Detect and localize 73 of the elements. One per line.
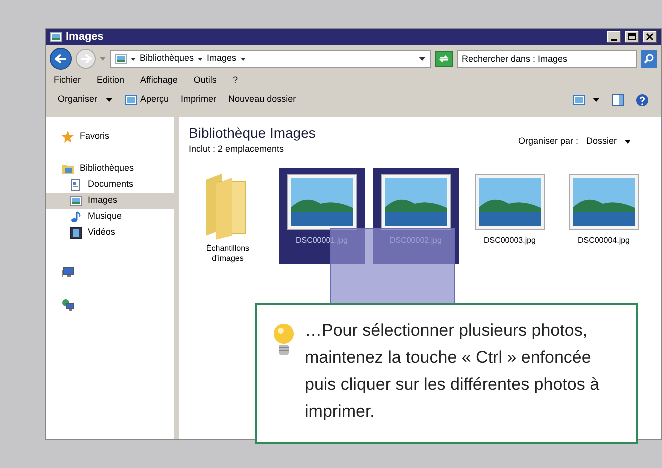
picture-icon — [115, 54, 127, 64]
nav-item[interactable]: Bibliothèques — [46, 161, 174, 177]
search-field[interactable]: Rechercher dans : Images — [457, 50, 637, 68]
preview-icon — [124, 95, 137, 105]
nav-item[interactable]: Vidéos — [46, 225, 174, 241]
library-subtitle: Inclut : 2 emplacements — [189, 142, 286, 156]
file-name: Échantillons d'images — [205, 244, 251, 264]
pane-icon — [612, 94, 624, 106]
search-button[interactable] — [641, 50, 657, 68]
picture-icon — [70, 195, 82, 207]
nav-item[interactable]: Images — [46, 193, 174, 209]
arrange-dropdown[interactable]: Dossier — [586, 135, 631, 148]
breadcrumb[interactable]: Bibliothèques — [140, 52, 194, 66]
menu-item[interactable]: Fichier — [54, 74, 82, 88]
menu-item[interactable]: ? — [232, 74, 238, 88]
preview-pane-button[interactable] — [612, 94, 624, 106]
file-item[interactable]: Échantillons d'images — [185, 168, 271, 264]
tip-text: …Pour sélectionner plusieurs photos, maintenez la touche « Ctrl » enfoncée puis cliquer sur les différentes photos à imprimer. — [305, 320, 601, 423]
refresh-button[interactable] — [435, 51, 453, 67]
photo-thumbnail — [381, 174, 451, 230]
breadcrumb[interactable]: Images — [207, 52, 237, 66]
caret-icon — [106, 98, 113, 102]
file-name: DSC00001.jpg — [296, 236, 348, 246]
help-button[interactable] — [636, 94, 649, 106]
search-icon — [644, 54, 654, 64]
photo-thumbnail — [287, 174, 357, 230]
file-item[interactable]: DSC00003.jpg — [467, 168, 553, 264]
right-arrow-icon — [80, 54, 92, 64]
star-icon — [62, 131, 74, 143]
nav-item[interactable]: Musique — [46, 209, 174, 225]
photo-thumbnail — [569, 174, 639, 230]
music-note-icon — [70, 211, 82, 223]
views-button[interactable] — [573, 95, 600, 105]
toolbar-button[interactable]: Aperçu — [124, 93, 170, 107]
toolbar-button[interactable]: Imprimer — [181, 93, 217, 107]
maximize-icon — [628, 33, 636, 41]
caret-icon — [131, 58, 136, 60]
photo-thumbnail — [475, 174, 545, 230]
nav-item[interactable]: Documents — [46, 177, 174, 193]
library-folder-icon — [62, 163, 74, 175]
document-icon — [70, 179, 82, 191]
caret-icon — [240, 58, 246, 60]
menu-item[interactable]: Outils — [194, 74, 217, 88]
picture-icon — [50, 32, 62, 42]
close-icon — [646, 33, 654, 41]
file-name: DSC00004.jpg — [578, 236, 630, 246]
caret-icon — [198, 58, 204, 60]
library-title: Bibliothèque Images — [189, 125, 317, 142]
menu-item[interactable]: Affichage — [140, 74, 178, 88]
nav-item[interactable]: Favoris — [46, 129, 174, 145]
arrange-label: Organiser par : — [518, 135, 578, 148]
caret-icon — [100, 57, 106, 61]
back-button[interactable] — [50, 48, 72, 70]
left-arrow-icon — [55, 54, 67, 64]
caret-icon — [625, 140, 631, 144]
computer-icon — [62, 267, 74, 279]
toolbar-button[interactable]: Nouveau dossier — [228, 93, 296, 107]
menu-item[interactable]: Edition — [97, 74, 125, 88]
network-icon — [62, 299, 74, 311]
close-button[interactable] — [643, 31, 657, 43]
file-name: DSC00003.jpg — [484, 236, 536, 246]
window-title: Images — [66, 32, 104, 42]
dropdown-caret-icon — [419, 57, 426, 61]
film-icon — [70, 227, 82, 239]
maximize-button[interactable] — [625, 31, 639, 43]
views-icon — [573, 95, 585, 105]
caret-icon — [593, 98, 600, 102]
toolbar-button[interactable]: Organiser — [58, 93, 113, 107]
help-icon — [636, 94, 649, 106]
refresh-icon — [438, 54, 450, 64]
minimize-button[interactable] — [607, 31, 621, 43]
address-bar[interactable]: Bibliothèques Images — [110, 50, 431, 68]
file-item[interactable]: DSC00004.jpg — [561, 168, 647, 264]
